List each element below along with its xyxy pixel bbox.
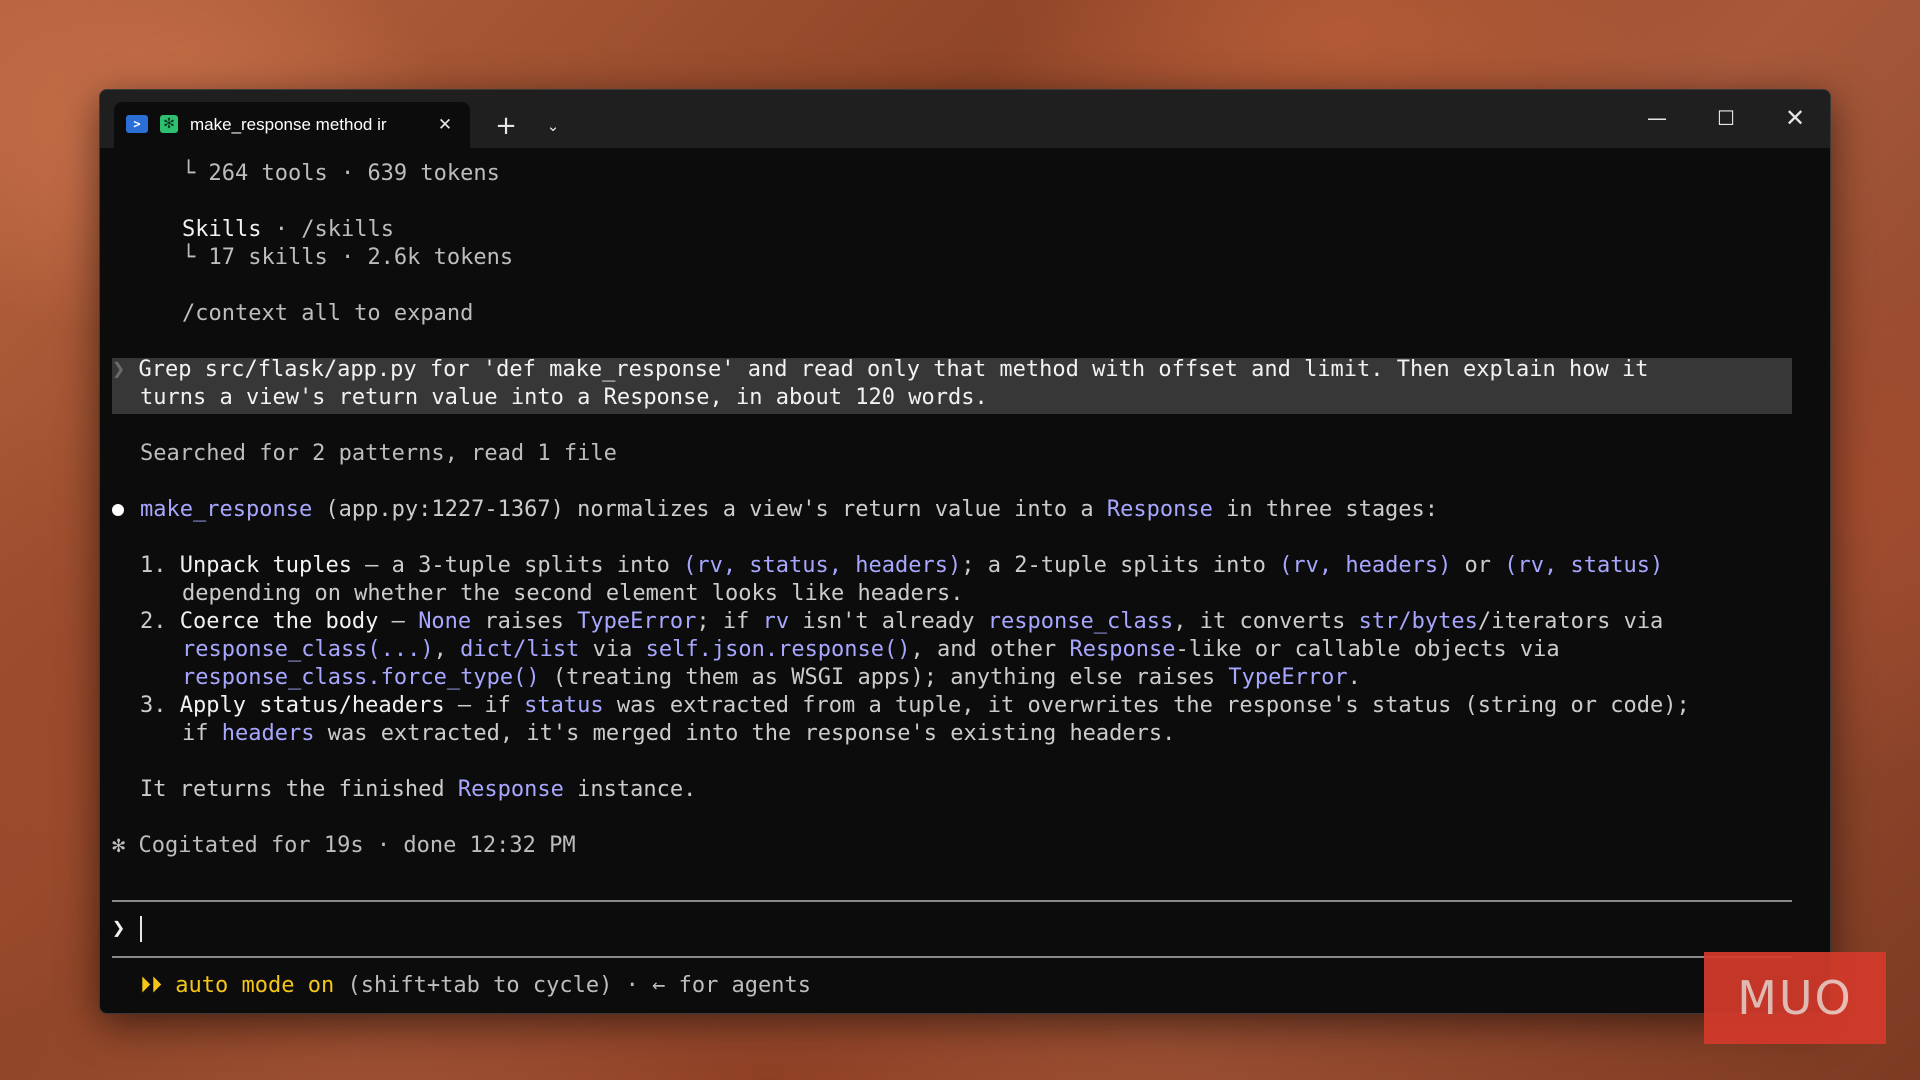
- list-number: 3.: [140, 693, 180, 718]
- list-item-1: 1. Unpack tuples — a 3-tuple splits into…: [140, 552, 1663, 580]
- code: dict/list: [460, 637, 580, 662]
- maximize-icon[interactable]: ☐: [1701, 100, 1751, 136]
- code: rv: [762, 609, 790, 634]
- text: — if: [444, 693, 525, 718]
- list-item-3: 3. Apply status/headers — if status was …: [140, 692, 1690, 720]
- tab-close-icon[interactable]: ✕: [432, 112, 458, 138]
- text: was extracted from a tuple, it overwrite…: [603, 693, 1690, 718]
- list-number: 1.: [140, 553, 180, 578]
- code: response_class.force_type(): [182, 665, 540, 690]
- list-item-title: Coerce the body: [179, 609, 379, 634]
- text: , it converts: [1173, 609, 1359, 634]
- input-bottom-rule: [112, 956, 1792, 958]
- text: via: [579, 637, 646, 662]
- code: (rv, headers): [1279, 553, 1452, 578]
- claude-icon: ✻: [160, 115, 178, 133]
- code: Response: [457, 777, 564, 802]
- close-window-icon[interactable]: ✕: [1770, 100, 1820, 136]
- powershell-icon: >: [126, 115, 148, 133]
- prompt-caret-icon: ❯: [112, 357, 139, 382]
- code: self.json.response(): [645, 637, 911, 662]
- tools-summary-line: └ 264 tools · 639 tokens: [182, 160, 500, 188]
- intro-tail: in three stages:: [1212, 497, 1439, 522]
- code: str/bytes: [1358, 609, 1478, 634]
- intro-text: (app.py:1227-1367) normalizes a view's r…: [312, 497, 1107, 522]
- terminal-output[interactable]: └ 264 tools · 639 tokens Skills · /skill…: [100, 148, 1830, 1013]
- text: ; a 2-tuple splits into: [961, 553, 1280, 578]
- tree-branch: └: [182, 161, 209, 186]
- text: raises: [471, 609, 578, 634]
- text: ,: [433, 637, 461, 662]
- chevron-down-icon[interactable]: ⌄: [537, 110, 569, 142]
- search-status: Searched for 2 patterns, read 1 file: [140, 441, 617, 466]
- user-prompt-text: Grep src/flask/app.py for 'def make_resp…: [138, 357, 1649, 382]
- user-prompt-line-1: ❯ Grep src/flask/app.py for 'def make_re…: [112, 356, 1648, 384]
- terminal-window: > ✻ make_response method ir ✕ + ⌄ — ☐ ✕ …: [99, 89, 1831, 1014]
- tools-summary: 264 tools · 639 tokens: [208, 161, 500, 186]
- code-make-response: make_response: [140, 497, 313, 522]
- code: status: [524, 693, 604, 718]
- tree-branch: └: [182, 245, 209, 270]
- list-item-3-cont: if headers was extracted, it's merged in…: [182, 720, 1175, 748]
- cogitated-status: ✻ Cogitated for 19s · done 12:32 PM: [112, 833, 576, 858]
- skills-summary: 17 skills · 2.6k tokens: [208, 245, 514, 270]
- code: response_class(...): [182, 637, 434, 662]
- list-item-title: Unpack tuples: [179, 553, 352, 578]
- list-item-2-cont-2: response_class.force_type() (treating th…: [182, 664, 1361, 692]
- fast-forward-icon: ⏵⏵: [140, 973, 163, 998]
- text: /iterators via: [1477, 609, 1664, 634]
- input-prompt-icon: ❯: [112, 916, 126, 941]
- skills-label: Skills: [182, 217, 262, 242]
- auto-mode-label: auto mode on: [162, 973, 335, 998]
- text: if: [182, 721, 222, 746]
- code: Response: [1069, 637, 1176, 662]
- returns-line: It returns the finished Response instanc…: [140, 776, 696, 804]
- skills-command: · /skills: [261, 217, 394, 242]
- text: , and other: [910, 637, 1070, 662]
- list-item-2: 2. Coerce the body — None raises TypeErr…: [140, 608, 1663, 636]
- minimize-icon[interactable]: —: [1632, 100, 1682, 136]
- response-intro: make_response (app.py:1227-1367) normali…: [140, 496, 1438, 524]
- code: response_class: [987, 609, 1174, 634]
- muo-watermark-logo: MUO: [1704, 952, 1886, 1044]
- text: .: [1347, 665, 1361, 690]
- skills-summary-line: └ 17 skills · 2.6k tokens: [182, 244, 513, 272]
- text: was extracted, it's merged into the resp…: [314, 721, 1176, 746]
- status-bar: ⏵⏵ auto mode on (shift+tab to cycle) · ←…: [140, 972, 811, 1000]
- skills-header: Skills · /skills: [182, 216, 394, 244]
- code-response: Response: [1106, 497, 1213, 522]
- code: headers: [221, 721, 315, 746]
- text: or: [1451, 553, 1505, 578]
- text: —: [378, 609, 419, 634]
- watermark-text: MUO: [1737, 971, 1853, 1025]
- status-hint: (shift+tab to cycle) · ← for agents: [334, 973, 812, 998]
- text: -like or callable objects via: [1175, 637, 1560, 662]
- text: (treating them as WSGI apps); anything e…: [539, 665, 1229, 690]
- list-number: 2.: [140, 609, 180, 634]
- tab-make-response[interactable]: > ✻ make_response method ir ✕: [114, 102, 470, 148]
- tab-title: make_response method ir: [190, 115, 387, 134]
- new-tab-icon[interactable]: +: [490, 110, 522, 142]
- text: It returns the finished: [140, 777, 458, 802]
- text-cursor[interactable]: [140, 916, 142, 942]
- expand-hint: /context all to expand: [182, 301, 474, 326]
- response-bullet-icon: [112, 504, 124, 516]
- code: (rv, status): [1504, 553, 1664, 578]
- input-top-rule: [112, 900, 1792, 902]
- text: — a 3-tuple splits into: [351, 553, 684, 578]
- text: instance.: [563, 777, 697, 802]
- list-item-1-cont: depending on whether the second element …: [182, 581, 964, 606]
- code: TypeError: [1228, 665, 1348, 690]
- text: isn't already: [789, 609, 988, 634]
- list-item-title: Apply status/headers: [179, 693, 445, 718]
- text: ; if: [696, 609, 763, 634]
- title-bar: > ✻ make_response method ir ✕ + ⌄ — ☐ ✕: [100, 90, 1830, 148]
- code: (rv, status, headers): [683, 553, 962, 578]
- code: TypeError: [577, 609, 697, 634]
- code: None: [418, 609, 472, 634]
- list-item-2-cont-1: response_class(...), dict/list via self.…: [182, 636, 1560, 664]
- user-prompt-line-2: turns a view's return value into a Respo…: [140, 385, 988, 410]
